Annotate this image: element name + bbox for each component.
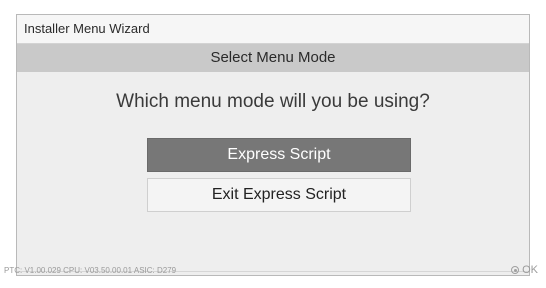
exit-express-script-button[interactable]: Exit Express Script (147, 178, 411, 212)
ok-hint[interactable]: OK (511, 264, 538, 276)
mode-question: Which menu mode will you be using? (116, 91, 430, 112)
express-script-button[interactable]: Express Script (147, 138, 411, 172)
ok-label: OK (522, 264, 538, 276)
version-info: PTC: V1.00.029 CPU: V03.50.00.01 ASIC: D… (4, 266, 177, 275)
ok-button-icon (511, 266, 520, 274)
window-title: Installer Menu Wizard (24, 21, 150, 36)
title-bar: Installer Menu Wizard (17, 15, 529, 44)
installer-window: Installer Menu Wizard Select Menu Mode W… (16, 14, 530, 276)
menu-mode-header: Select Menu Mode (17, 44, 529, 72)
